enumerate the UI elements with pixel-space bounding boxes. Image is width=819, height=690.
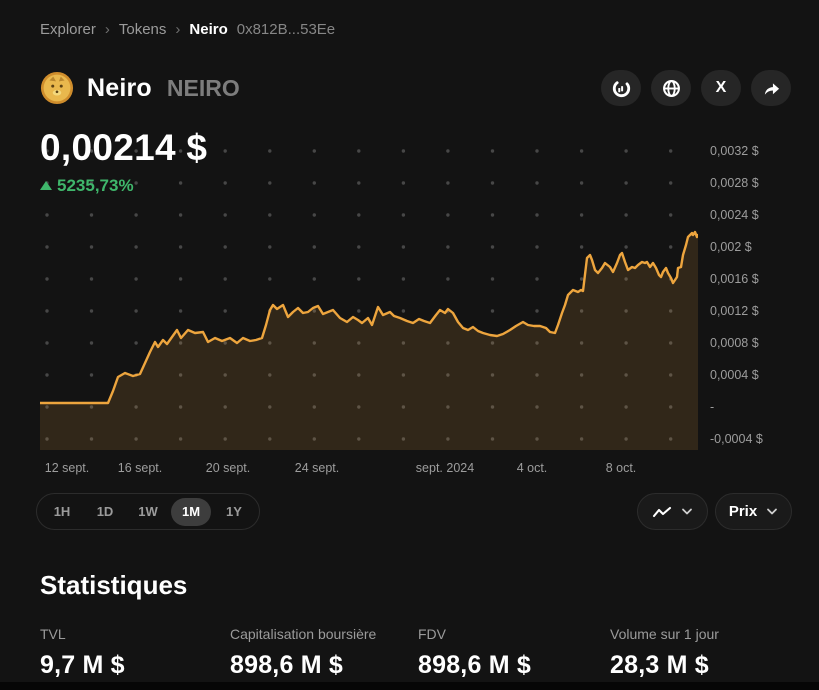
token-symbol: NEIRO (167, 75, 240, 102)
range-button-1d[interactable]: 1D (85, 498, 125, 526)
etherscan-button[interactable] (601, 70, 641, 106)
token-page: Explorer › Tokens › Neiro 0x812B...53Ee … (0, 0, 819, 690)
stat-label: Volume sur 1 jour (610, 626, 719, 642)
token-name: Neiro (87, 74, 152, 103)
stat-label: Capitalisation boursière (230, 626, 376, 642)
range-button-1y[interactable]: 1Y (214, 498, 254, 526)
page-bottom-divider (0, 682, 819, 690)
stat-volume-1d: Volume sur 1 jour 28,3 M $ (610, 626, 719, 680)
x-axis-tick: 12 sept. (45, 461, 89, 475)
metric-dropdown-label: Prix (729, 503, 757, 520)
x-twitter-icon: X (716, 80, 727, 96)
stat-label: TVL (40, 626, 125, 642)
statistics-title: Statistiques (40, 570, 187, 601)
token-address[interactable]: 0x812B...53Ee (237, 21, 335, 38)
y-axis-tick: 0,0024 $ (710, 207, 759, 223)
y-axis-tick: - (710, 399, 714, 415)
y-axis-tick: 0,0016 $ (710, 271, 759, 287)
token-actions: X (601, 70, 791, 106)
stat-value: 898,6 M $ (418, 651, 531, 680)
x-axis-tick: sept. 2024 (416, 461, 474, 475)
chevron-right-icon: › (175, 21, 180, 38)
chart-type-dropdown[interactable] (637, 493, 708, 530)
line-chart-icon (652, 505, 672, 519)
share-icon (762, 79, 781, 98)
x-axis-tick: 16 sept. (118, 461, 162, 475)
token-header: Neiro NEIRO (40, 71, 240, 105)
y-axis-tick: 0,0008 $ (710, 335, 759, 351)
stat-fdv: FDV 898,6 M $ (418, 626, 531, 680)
price-change-value: 5235,73% (57, 176, 134, 196)
globe-icon (662, 79, 681, 98)
breadcrumb: Explorer › Tokens › Neiro 0x812B...53Ee (40, 21, 335, 38)
price-change: 5235,73% (40, 176, 134, 196)
etherscan-icon (612, 79, 631, 98)
stat-market-cap: Capitalisation boursière 898,6 M $ (230, 626, 376, 680)
breadcrumb-explorer[interactable]: Explorer (40, 21, 96, 38)
stat-value: 9,7 M $ (40, 651, 125, 680)
range-button-1w[interactable]: 1W (128, 498, 168, 526)
price-chart[interactable] (40, 135, 698, 450)
stat-tvl: TVL 9,7 M $ (40, 626, 125, 680)
doge-coin-icon (40, 71, 74, 105)
token-price: 0,00214 $ (40, 127, 207, 169)
chevron-right-icon: › (105, 21, 110, 38)
arrow-up-icon (40, 181, 52, 190)
breadcrumb-tokens[interactable]: Tokens (119, 21, 167, 38)
chevron-down-icon (766, 508, 778, 516)
y-axis-tick: 0,0004 $ (710, 367, 759, 383)
x-axis-tick: 24 sept. (295, 461, 339, 475)
x-axis-tick: 4 oct. (517, 461, 548, 475)
metric-dropdown[interactable]: Prix (715, 493, 792, 530)
x-twitter-button[interactable]: X (701, 70, 741, 106)
chevron-down-icon (681, 508, 693, 516)
stat-value: 898,6 M $ (230, 651, 376, 680)
y-axis-tick: -0,0004 $ (710, 431, 763, 447)
time-range-selector: 1H 1D 1W 1M 1Y (36, 493, 260, 530)
y-axis-tick: 0,002 $ (710, 239, 752, 255)
breadcrumb-current-token: Neiro (189, 21, 227, 38)
share-button[interactable] (751, 70, 791, 106)
x-axis-tick: 20 sept. (206, 461, 250, 475)
stat-label: FDV (418, 626, 531, 642)
y-axis-tick: 0,0028 $ (710, 175, 759, 191)
stat-value: 28,3 M $ (610, 651, 719, 680)
range-button-1h[interactable]: 1H (42, 498, 82, 526)
y-axis-tick: 0,0032 $ (710, 143, 759, 159)
website-button[interactable] (651, 70, 691, 106)
range-button-1m[interactable]: 1M (171, 498, 211, 526)
x-axis-tick: 8 oct. (606, 461, 637, 475)
y-axis-tick: 0,0012 $ (710, 303, 759, 319)
